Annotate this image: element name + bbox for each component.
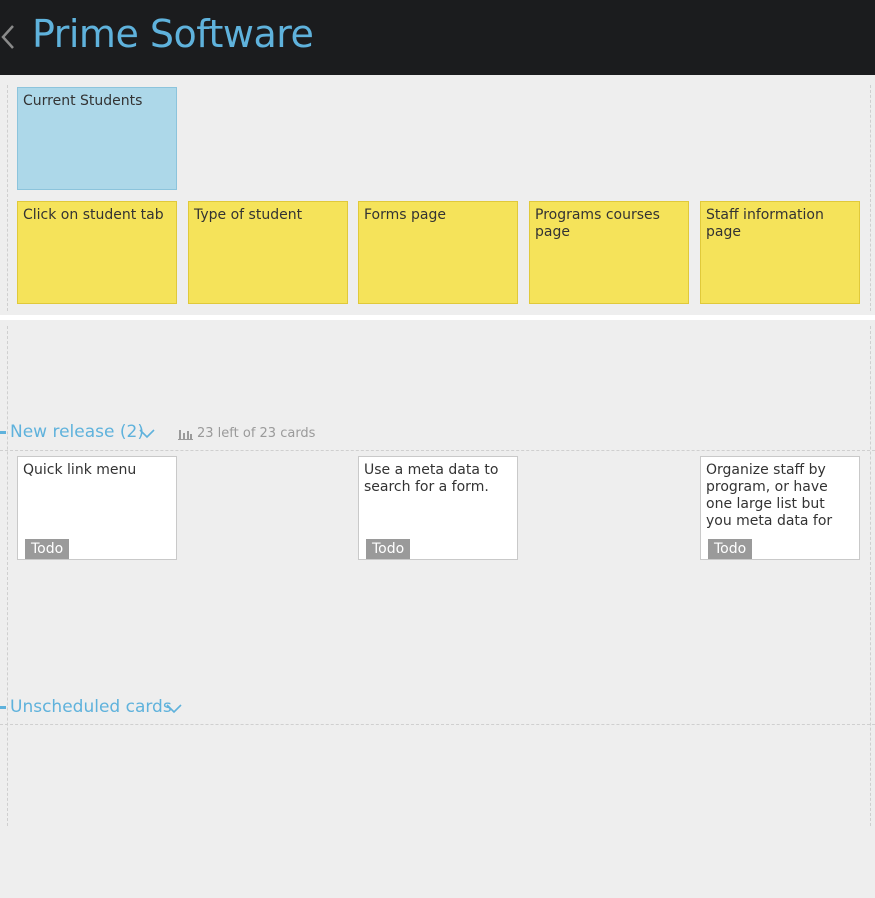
child-card[interactable]: Staff information page [700,201,860,304]
lane-marker [0,431,6,434]
page-title: Prime Software [32,12,314,56]
child-card[interactable]: Forms page [358,201,518,304]
card-text: Programs courses page [535,207,660,240]
divider [870,326,871,826]
lane-title-unscheduled[interactable]: Unscheduled cards [10,697,172,717]
card-text: Use a meta data to search for a form. [364,462,499,495]
task-card[interactable]: Use a meta data to search for a form. To… [358,456,518,560]
lane-divider [0,724,875,725]
chevron-down-icon[interactable] [139,429,155,439]
divider [7,85,8,311]
child-card[interactable]: Programs courses page [529,201,689,304]
card-text: Staff information page [706,207,824,240]
status-badge: Todo [25,539,70,559]
status-badge: Todo [366,539,411,559]
task-card[interactable]: Quick link menu Todo [17,456,177,560]
chevron-left-icon[interactable] [0,23,16,51]
card-text: Type of student [194,207,303,223]
task-card[interactable]: Organize staff by program, or have one l… [700,456,860,560]
card-text: Current Students [23,93,143,109]
lane-stats: 23 left of 23 cards [178,426,315,441]
child-card[interactable]: Type of student [188,201,348,304]
status-badge: Todo [708,539,753,559]
chevron-down-icon[interactable] [166,704,182,714]
card-text: Forms page [364,207,446,223]
bar-chart-icon [178,429,193,440]
lane-divider [0,450,875,451]
divider [7,326,8,826]
card-text: Organize staff by program, or have one l… [706,462,833,529]
lane-title-new-release[interactable]: New release (2) [10,422,144,442]
app-header: Prime Software [0,0,875,75]
section-separator [0,315,875,320]
child-card[interactable]: Click on student tab [17,201,177,304]
divider [870,85,871,311]
lane-marker [0,706,6,709]
card-text: Quick link menu [23,462,137,478]
card-text: Click on student tab [23,207,164,223]
lane-stats-text: 23 left of 23 cards [197,426,316,441]
parent-card[interactable]: Current Students [17,87,177,190]
